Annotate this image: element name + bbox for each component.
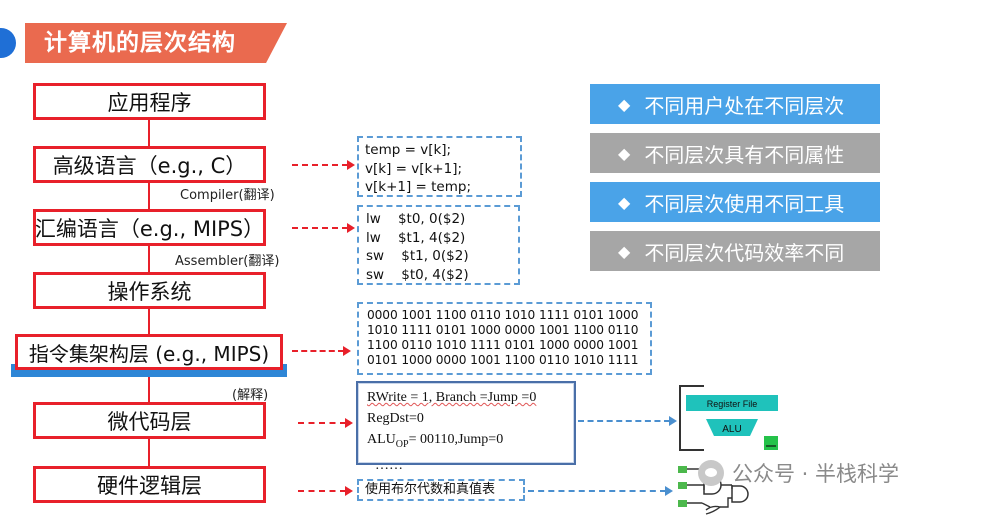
code-line: sw $t0, 4($2) <box>366 266 469 283</box>
property-text: 不同层次具有不同属性 <box>644 142 845 167</box>
watermark: 公众号 · 半栈科学 <box>698 458 899 488</box>
code-line: v[k] = v[k+1]; <box>365 160 463 177</box>
alu-text: ALU <box>367 432 396 447</box>
code-line: v[k+1] = temp; <box>365 179 472 196</box>
arrow-to-gates <box>528 486 673 496</box>
microcode-box: RWrite = 1, Branch =Jump =0 RegDst=0 ALU… <box>356 381 576 473</box>
property-text: 不同用户处在不同层次 <box>644 93 845 118</box>
layer-application: 应用程序 <box>33 83 266 120</box>
diamond-icon: ◆ <box>618 143 631 163</box>
property-text: 不同层次使用不同工具 <box>644 191 845 216</box>
microcode-line: ALUOP= 00110,Jump=0 <box>367 429 565 455</box>
code-line: temp = v[k]; <box>365 142 452 158</box>
gate-wire <box>720 497 732 508</box>
layer-operating-system: 操作系统 <box>33 272 266 309</box>
code-line: lw $t1, 4($2) <box>366 229 466 246</box>
property-tools: ◆ 不同层次使用不同工具 <box>590 182 880 222</box>
input-pin <box>678 466 687 473</box>
connector-line <box>148 242 150 274</box>
property-attributes: ◆ 不同层次具有不同属性 <box>590 133 880 173</box>
diamond-icon: ◆ <box>618 94 631 114</box>
watermark-text: 公众号 · 半栈科学 <box>732 462 900 486</box>
interpret-label: (解释) <box>232 388 269 403</box>
property-text: 不同层次代码效率不同 <box>644 240 845 265</box>
or-gate <box>687 502 722 515</box>
output-indicator <box>764 436 778 450</box>
arrow-mips-code <box>292 223 355 233</box>
alu-label: ALU <box>722 424 741 435</box>
connector-line <box>148 438 150 468</box>
c-code-box: temp = v[k]; v[k] = v[k+1]; v[k+1] = tem… <box>357 136 522 197</box>
title-marker <box>0 28 16 58</box>
arrow-binary-code <box>292 346 351 356</box>
property-users: ◆ 不同用户处在不同层次 <box>590 84 880 124</box>
connector-line <box>148 306 150 336</box>
code-line: sw $t1, 0($2) <box>366 248 469 265</box>
input-pin <box>678 482 687 489</box>
input-pin <box>678 500 687 507</box>
page-title: 计算机的层次结构 <box>44 30 236 56</box>
connector-line <box>148 180 150 212</box>
layer-hardware-logic: 硬件逻辑层 <box>33 466 266 503</box>
layer-microcode: 微代码层 <box>33 402 266 439</box>
compiler-label: Compiler(翻译) <box>180 188 275 203</box>
property-efficiency: ◆ 不同层次代码效率不同 <box>590 231 880 271</box>
microcode-line: RegDst=0 <box>367 411 424 426</box>
arrow-c-code <box>292 160 355 170</box>
datapath-figure: Register File ALU <box>679 385 778 451</box>
layer-high-level-language: 高级语言（e.g., C） <box>33 146 266 183</box>
binary-line: 0000 1001 1100 0110 1010 1111 0101 1000 <box>367 308 639 322</box>
layer-assembly-language: 汇编语言（e.g., MIPS） <box>33 209 266 246</box>
arrow-to-datapath <box>578 416 677 426</box>
connector-line <box>148 377 150 405</box>
layer-isa: 指令集架构层 (e.g., MIPS) <box>15 334 283 370</box>
binary-line: 1010 1111 0101 1000 0000 1001 1100 0110 <box>367 323 639 337</box>
boolean-note-box: 使用布尔代数和真值表 <box>357 479 525 501</box>
binary-line: 1100 0110 1010 1111 0101 1000 0000 1001 <box>367 338 639 352</box>
diamond-icon: ◆ <box>618 192 631 212</box>
binary-line: 0101 1000 0000 1001 1100 0110 1010 1111 <box>367 353 639 367</box>
and-gate <box>731 485 749 503</box>
alu-subscript: OP <box>395 438 409 450</box>
microcode-line: RWrite = 1, Branch =Jump =0 <box>367 390 537 405</box>
alu-value-text: = 00110,Jump=0 <box>408 432 504 447</box>
mips-code-box: lw $t0, 0($2) lw $t1, 4($2) sw $t1, 0($2… <box>357 205 520 285</box>
code-line: lw $t0, 0($2) <box>366 211 466 227</box>
binary-code-box: 0000 1001 1100 0110 1010 1111 0101 1000 … <box>357 302 652 375</box>
diamond-icon: ◆ <box>618 241 631 261</box>
arrow-microcode <box>298 418 353 428</box>
microcode-line: …… <box>375 457 403 473</box>
assembler-label: Assembler(翻译) <box>175 254 280 269</box>
register-file-label: Register File <box>707 399 758 409</box>
arrow-boolean <box>298 486 353 496</box>
wechat-logo-icon <box>698 460 724 486</box>
